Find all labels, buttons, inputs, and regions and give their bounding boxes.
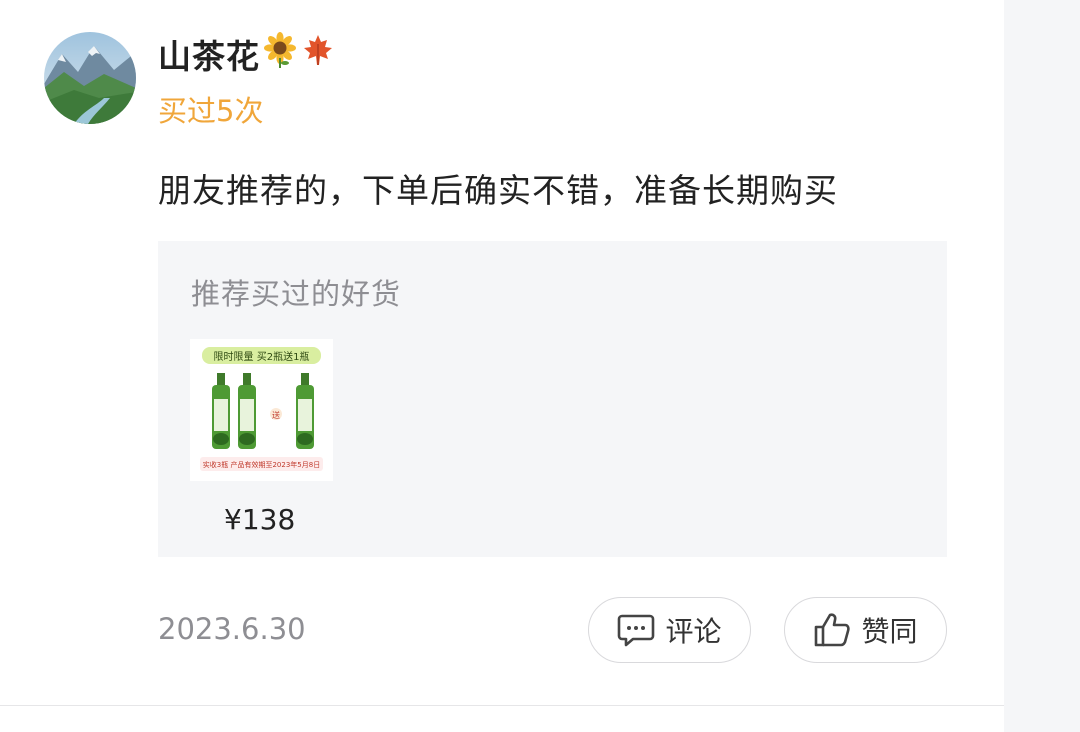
- comment-label: 评论: [665, 615, 722, 648]
- product-image[interactable]: 限时限量 买2瓶送1瓶 送 实收3瓶 产品有效期至2023年5月8日: [190, 339, 333, 481]
- comment-button[interactable]: 评论: [588, 597, 751, 663]
- maple-leaf-icon: [300, 32, 336, 76]
- comment-icon: [617, 612, 655, 648]
- side-panel: [1004, 0, 1080, 732]
- review-date: 2023.6.30: [158, 612, 306, 646]
- product-banner-text: 限时限量 买2瓶送1瓶: [214, 350, 310, 363]
- thumbs-up-icon: [813, 612, 851, 648]
- like-button[interactable]: 赞同: [784, 597, 947, 663]
- recommended-products-card: 推荐买过的好货 限时限量 买2瓶送1瓶 送 实收3瓶 产品有效期至2023年5月…: [158, 241, 947, 557]
- username-text: 山茶花: [158, 37, 260, 76]
- bought-count-badge: 买过5次: [158, 94, 264, 128]
- gift-mark-text: 送: [272, 410, 280, 420]
- product-footer-text: 实收3瓶 产品有效期至2023年5月8日: [203, 460, 320, 469]
- avatar[interactable]: [44, 32, 136, 124]
- sunflower-icon: [262, 32, 298, 76]
- avatar-landscape-image: [44, 32, 136, 124]
- username[interactable]: 山茶花: [158, 32, 336, 76]
- like-label: 赞同: [861, 615, 918, 648]
- review-text: 朋友推荐的，下单后确实不错，准备长期购买: [158, 171, 838, 210]
- recommended-title: 推荐买过的好货: [191, 277, 402, 311]
- review-page: 山茶花 买过5次 朋友推荐的，下单后确实不错，准备长期购买 推荐买过的好货 限时…: [0, 0, 1080, 732]
- divider: [0, 705, 1004, 706]
- product-price: ¥138: [224, 503, 296, 536]
